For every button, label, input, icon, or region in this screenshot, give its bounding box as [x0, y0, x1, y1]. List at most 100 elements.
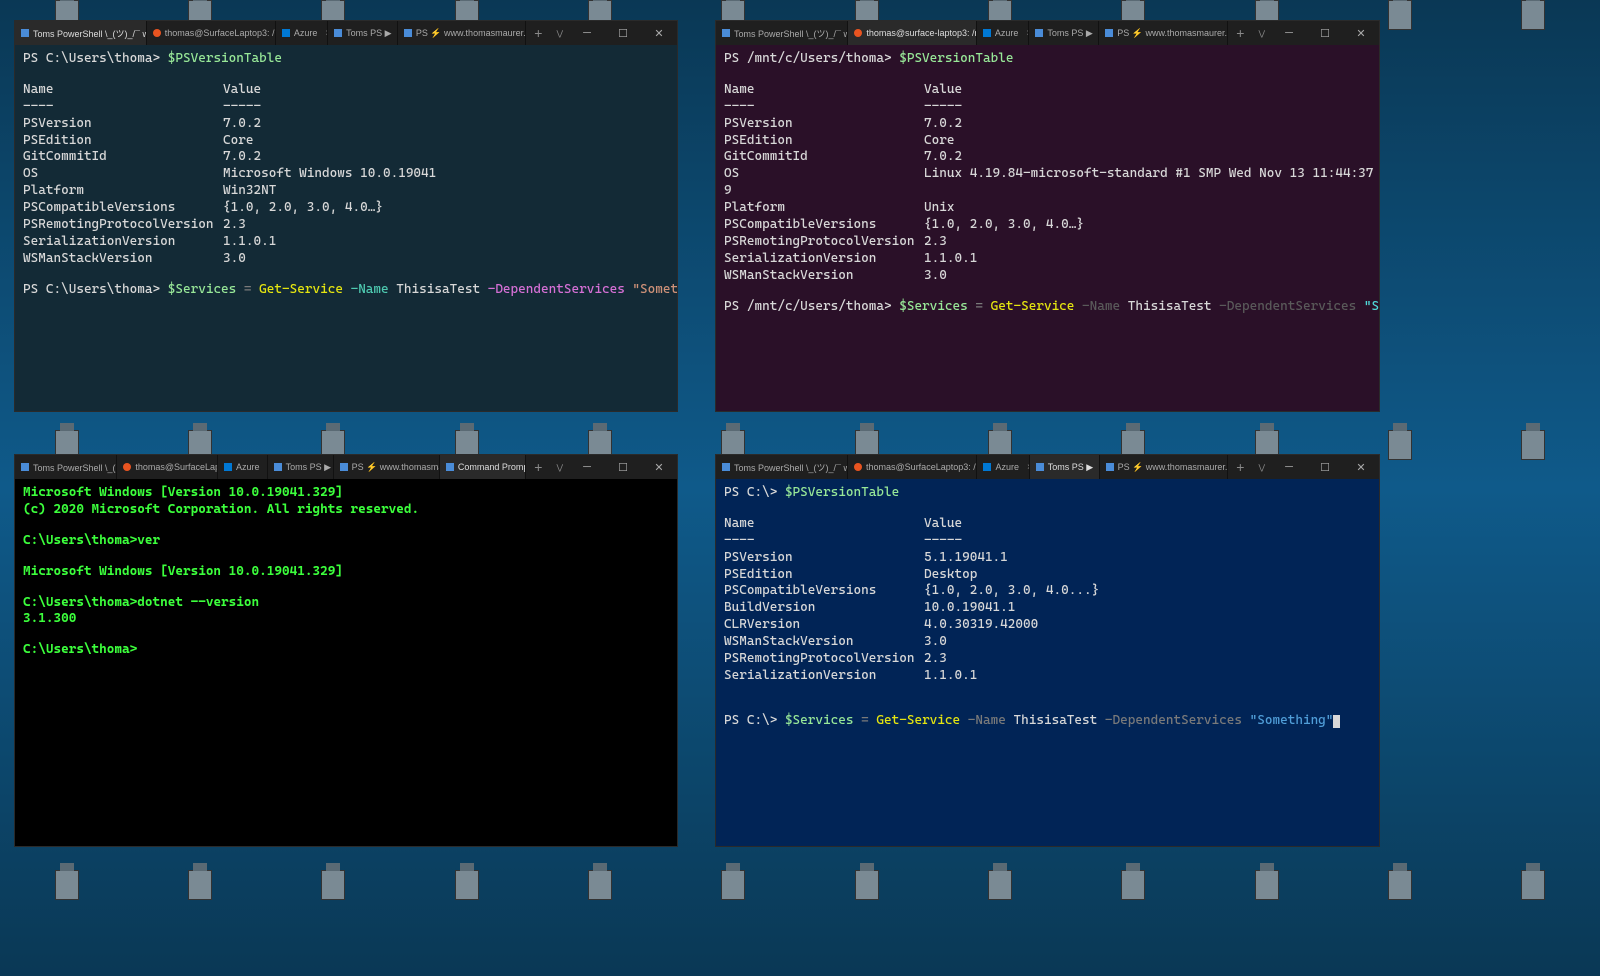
ps-icon [404, 29, 412, 37]
ps-icon [1035, 29, 1043, 37]
table-row: PSCompatibleVersions{1.0, 2.0, 3.0, 4.0.… [724, 583, 1371, 600]
tab-dropdown[interactable]: ⋁ [550, 21, 569, 45]
tab-label: PS ⚡ www.thomasmaurer.ch [416, 28, 526, 39]
tab-label: PS ⚡ www.thomasmaurer.ch [1117, 28, 1228, 39]
maximize-button[interactable]: ☐ [605, 21, 641, 45]
table-row: WSManStackVersion3.0 [724, 268, 1371, 285]
titlebar[interactable]: Toms PowerShell \_(ツ)_/¯ wsr×thomas@Surf… [716, 455, 1379, 479]
tab-label: PS ⚡ www.thomasmaur [352, 462, 440, 473]
close-window-button[interactable]: ✕ [1343, 21, 1379, 45]
new-tab-button[interactable]: + [526, 21, 550, 45]
table-row: BuildVersion10.0.19041.1 [724, 600, 1371, 617]
tab-label: Azure [995, 28, 1019, 38]
prompt: PS C:\> [724, 485, 785, 500]
prompt: C:\Users\thoma> [23, 533, 137, 548]
table-row: 9 [724, 183, 1371, 200]
azure-icon [224, 463, 232, 471]
terminal-pane[interactable]: PS /mnt/c/Users/thoma> $PSVersionTable N… [716, 45, 1379, 411]
command-line[interactable]: PS C:\> $Services = Get-Service -Name Th… [724, 713, 1371, 730]
maximize-button[interactable]: ☐ [1307, 455, 1343, 479]
table-row: PSEditionDesktop [724, 567, 1371, 584]
table-row: PSVersion5.1.19041.1 [724, 550, 1371, 567]
window-controls: ─ ☐ ✕ [1271, 455, 1379, 479]
close-window-button[interactable]: ✕ [1343, 455, 1379, 479]
maximize-button[interactable]: ☐ [605, 455, 641, 479]
cmd-icon [446, 463, 454, 471]
ps-icon [21, 463, 29, 471]
tab[interactable]: Toms PS ▶× [1030, 455, 1100, 479]
output-line: Microsoft Windows [Version 10.0.19041.32… [23, 564, 669, 581]
close-window-button[interactable]: ✕ [641, 21, 677, 45]
tab[interactable]: Toms PS ▶× [268, 455, 334, 479]
tab-label: thomas@SurfaceLaptop3: /mr [866, 462, 977, 472]
tab[interactable]: Azure× [218, 455, 268, 479]
new-tab-button[interactable]: + [526, 455, 550, 479]
titlebar[interactable]: Toms PowerShell \_(ツ)_/¯ wsr×thomas@Surf… [15, 21, 677, 45]
tabs[interactable]: Toms PowerShell \_(ツ)_/¯ wsr×thomas@surf… [716, 21, 1228, 45]
close-window-button[interactable]: ✕ [641, 455, 677, 479]
tab[interactable]: thomas@SurfaceLapto× [117, 455, 218, 479]
tab[interactable]: Azure× [276, 21, 328, 45]
tab[interactable]: Azure× [977, 455, 1029, 479]
tab-dropdown[interactable]: ⋁ [1252, 455, 1271, 479]
command-line[interactable]: PS C:\Users\thoma> $Services = Get-Servi… [23, 282, 669, 299]
tab[interactable]: Toms PS ▶× [328, 21, 398, 45]
tab[interactable]: Toms PowerShell \_(ツ)_/¯ wsr× [716, 21, 848, 45]
prompt: PS C:\Users\thoma> [23, 51, 168, 66]
new-tab-button[interactable]: + [1228, 21, 1252, 45]
tabs[interactable]: Toms PowerShell \_(ツ)_/¯ wsr×thomas@Surf… [716, 455, 1228, 479]
table-row: PlatformUnix [724, 200, 1371, 217]
terminal-pane[interactable]: PS C:\Users\thoma> $PSVersionTable NameV… [15, 45, 677, 411]
table-body: PSVersion7.0.2PSEditionCoreGitCommitId7.… [724, 116, 1371, 285]
tab[interactable]: PS ⚡ www.thomasmaurer.ch× [398, 21, 526, 45]
table-row: PlatformWin32NT [23, 183, 669, 200]
ubuntu-icon [123, 463, 131, 471]
tab[interactable]: Azure× [977, 21, 1029, 45]
ubuntu-icon [854, 463, 862, 471]
tabs[interactable]: Toms PowerShell \_(ツ)_/¯ wsr×thomas@Surf… [15, 21, 526, 45]
table-body: PSVersion7.0.2PSEditionCoreGitCommitId7.… [23, 116, 669, 268]
tab[interactable]: thomas@SurfaceLaptop3: /mr× [147, 21, 276, 45]
minimize-button[interactable]: ─ [1271, 21, 1307, 45]
tab-label: Toms PS ▶ [286, 462, 331, 473]
tab[interactable]: Toms PowerShell \_(ツ)_/¯ wsr× [15, 21, 147, 45]
window-cmd[interactable]: Toms PowerShell \_(ツ)×thomas@SurfaceLapt… [14, 454, 678, 847]
minimize-button[interactable]: ─ [569, 455, 605, 479]
tab-dropdown[interactable]: ⋁ [1252, 21, 1271, 45]
table-body: PSVersion5.1.19041.1PSEditionDesktopPSCo… [724, 550, 1371, 685]
tab[interactable]: PS ⚡ www.thomasmaur× [334, 455, 440, 479]
window-ps7-linux[interactable]: Toms PowerShell \_(ツ)_/¯ wsr×thomas@surf… [715, 20, 1380, 412]
ps-icon [722, 463, 730, 471]
new-tab-button[interactable]: + [1228, 455, 1252, 479]
table-row: OSMicrosoft Windows 10.0.19041 [23, 166, 669, 183]
tab[interactable]: thomas@SurfaceLaptop3: /mr× [848, 455, 977, 479]
maximize-button[interactable]: ☐ [1307, 21, 1343, 45]
minimize-button[interactable]: ─ [569, 21, 605, 45]
tabs[interactable]: Toms PowerShell \_(ツ)×thomas@SurfaceLapt… [15, 455, 526, 479]
tab-label: Toms PowerShell \_(ツ)_/¯ wsr [734, 461, 848, 474]
terminal-pane[interactable]: Microsoft Windows [Version 10.0.19041.32… [15, 479, 677, 846]
command: $PSVersionTable [168, 51, 282, 66]
titlebar[interactable]: Toms PowerShell \_(ツ)×thomas@SurfaceLapt… [15, 455, 677, 479]
command-line[interactable]: PS /mnt/c/Users/thoma> $Services = Get-S… [724, 299, 1371, 316]
tab[interactable]: PS ⚡ www.thomasmaurer.ch× [1100, 455, 1229, 479]
tab-label: thomas@SurfaceLapto [135, 462, 218, 472]
tab[interactable]: Toms PowerShell \_(ツ)× [15, 455, 117, 479]
tab-label: Toms PowerShell \_(ツ)_/¯ wsr [734, 27, 848, 40]
tab-label: PS ⚡ www.thomasmaurer.ch [1118, 462, 1229, 473]
terminal-pane[interactable]: PS C:\> $PSVersionTable NameValue ------… [716, 479, 1379, 846]
tab[interactable]: PS ⚡ www.thomasmaurer.ch× [1099, 21, 1228, 45]
tab[interactable]: Command Prompt× [440, 455, 526, 479]
tab[interactable]: Toms PS ▶× [1029, 21, 1099, 45]
tab[interactable]: Toms PowerShell \_(ツ)_/¯ wsr× [716, 455, 848, 479]
tab-dropdown[interactable]: ⋁ [550, 455, 569, 479]
titlebar[interactable]: Toms PowerShell \_(ツ)_/¯ wsr×thomas@surf… [716, 21, 1379, 45]
tab[interactable]: thomas@surface-laptop3: /mr× [848, 21, 977, 45]
window-ps5[interactable]: Toms PowerShell \_(ツ)_/¯ wsr×thomas@Surf… [715, 454, 1380, 847]
command: $PSVersionTable [899, 51, 1013, 66]
command-line[interactable]: C:\Users\thoma> [23, 642, 669, 659]
tab-label: Toms PS ▶ [1047, 28, 1092, 39]
window-ps7-windows[interactable]: Toms PowerShell \_(ツ)_/¯ wsr×thomas@Surf… [14, 20, 678, 412]
minimize-button[interactable]: ─ [1271, 455, 1307, 479]
table-row: PSCompatibleVersions{1.0, 2.0, 3.0, 4.0…… [23, 200, 669, 217]
